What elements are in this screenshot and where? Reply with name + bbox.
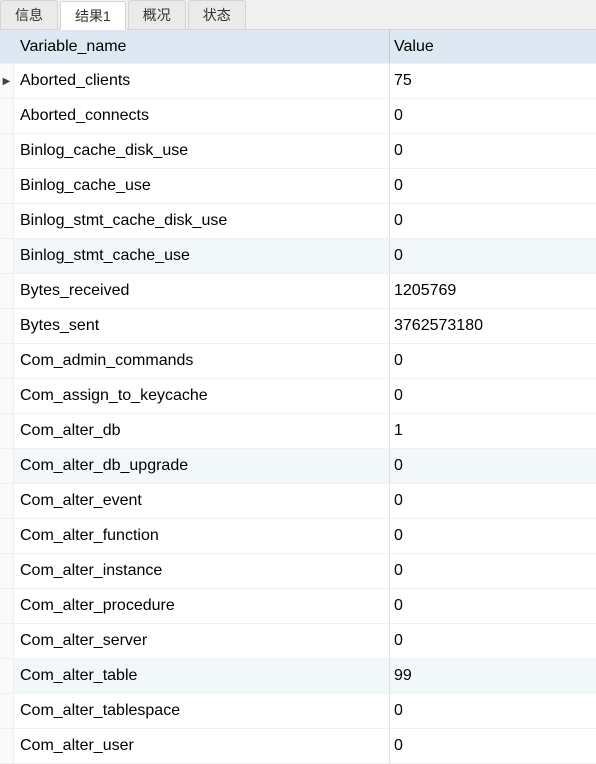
cell-variable-name[interactable]: Com_alter_tablespace [14,702,389,720]
cell-variable-name[interactable]: Binlog_stmt_cache_disk_use [14,212,389,230]
cell-value[interactable]: 1205769 [390,282,596,300]
table-row[interactable]: Com_alter_function0 [0,519,596,554]
cell-variable-name[interactable]: Com_alter_db [14,422,389,440]
cell-value[interactable]: 0 [390,352,596,370]
table-row[interactable]: ▶Aborted_clients75 [0,64,596,99]
cell-value[interactable]: 0 [390,562,596,580]
table-row[interactable]: Com_alter_event0 [0,484,596,519]
cell-variable-name[interactable]: Com_alter_table [14,667,389,685]
row-marker [0,344,14,378]
cell-variable-name[interactable]: Bytes_received [14,282,389,300]
table-row[interactable]: Bytes_received1205769 [0,274,596,309]
table-row[interactable]: Com_alter_db1 [0,414,596,449]
cell-value[interactable]: 75 [390,72,596,90]
cell-value[interactable]: 0 [390,212,596,230]
row-marker [0,729,14,763]
cell-value[interactable]: 0 [390,142,596,160]
cell-variable-name[interactable]: Binlog_cache_use [14,177,389,195]
row-marker [0,519,14,553]
row-marker [0,484,14,518]
row-marker [0,134,14,168]
table-row[interactable]: Binlog_stmt_cache_disk_use0 [0,204,596,239]
cell-variable-name[interactable]: Binlog_cache_disk_use [14,142,389,160]
cell-value[interactable]: 0 [390,597,596,615]
cell-value[interactable]: 0 [390,737,596,755]
row-marker: ▶ [0,64,14,98]
cell-variable-name[interactable]: Com_alter_user [14,737,389,755]
table-row[interactable]: Com_alter_server0 [0,624,596,659]
cell-value[interactable]: 99 [390,667,596,685]
table-row[interactable]: Com_alter_instance0 [0,554,596,589]
table-row[interactable]: Com_assign_to_keycache0 [0,379,596,414]
table-row[interactable]: Com_alter_procedure0 [0,589,596,624]
tab-0[interactable]: 信息 [0,0,58,29]
row-marker [0,204,14,238]
current-row-icon: ▶ [3,76,11,87]
table-row[interactable]: Com_alter_table99 [0,659,596,694]
cell-value[interactable]: 0 [390,107,596,125]
cell-variable-name[interactable]: Com_alter_db_upgrade [14,457,389,475]
tab-2[interactable]: 概况 [128,0,186,29]
tab-3[interactable]: 状态 [188,0,246,29]
cell-variable-name[interactable]: Aborted_clients [14,72,389,90]
row-marker [0,414,14,448]
row-marker [0,99,14,133]
row-marker [0,274,14,308]
cell-value[interactable]: 0 [390,387,596,405]
table-row[interactable]: Com_alter_db_upgrade0 [0,449,596,484]
row-marker [0,169,14,203]
row-marker [0,694,14,728]
cell-value[interactable]: 0 [390,632,596,650]
tab-bar: 信息结果1概况状态 [0,0,596,30]
cell-variable-name[interactable]: Com_alter_instance [14,562,389,580]
cell-value[interactable]: 0 [390,492,596,510]
table-row[interactable]: Aborted_connects0 [0,99,596,134]
row-marker [0,554,14,588]
cell-value[interactable]: 0 [390,702,596,720]
column-header-value[interactable]: Value [390,38,596,56]
cell-variable-name[interactable]: Com_alter_function [14,527,389,545]
row-marker [0,449,14,483]
row-marker [0,379,14,413]
row-marker [0,659,14,693]
cell-value[interactable]: 0 [390,527,596,545]
cell-variable-name[interactable]: Com_alter_server [14,632,389,650]
cell-variable-name[interactable]: Com_admin_commands [14,352,389,370]
table-row[interactable]: Com_alter_user0 [0,729,596,764]
cell-value[interactable]: 0 [390,177,596,195]
column-header-variable-name[interactable]: Variable_name [14,38,389,56]
cell-variable-name[interactable]: Bytes_sent [14,317,389,335]
table-row[interactable]: Binlog_cache_use0 [0,169,596,204]
row-marker-header [0,30,14,63]
cell-variable-name[interactable]: Binlog_stmt_cache_use [14,247,389,265]
row-marker [0,589,14,623]
table-row[interactable]: Com_admin_commands0 [0,344,596,379]
tab-1[interactable]: 结果1 [60,1,126,30]
cell-value[interactable]: 1 [390,422,596,440]
cell-variable-name[interactable]: Com_alter_event [14,492,389,510]
cell-value[interactable]: 0 [390,457,596,475]
table-row[interactable]: Binlog_cache_disk_use0 [0,134,596,169]
table-row[interactable]: Com_alter_tablespace0 [0,694,596,729]
results-table: Variable_name Value ▶Aborted_clients75Ab… [0,30,596,764]
cell-variable-name[interactable]: Com_alter_procedure [14,597,389,615]
cell-variable-name[interactable]: Aborted_connects [14,107,389,125]
row-marker [0,239,14,273]
cell-value[interactable]: 0 [390,247,596,265]
table-row[interactable]: Binlog_stmt_cache_use0 [0,239,596,274]
row-marker [0,309,14,343]
row-marker [0,624,14,658]
table-row[interactable]: Bytes_sent3762573180 [0,309,596,344]
cell-value[interactable]: 3762573180 [390,317,596,335]
table-header-row: Variable_name Value [0,30,596,64]
cell-variable-name[interactable]: Com_assign_to_keycache [14,387,389,405]
